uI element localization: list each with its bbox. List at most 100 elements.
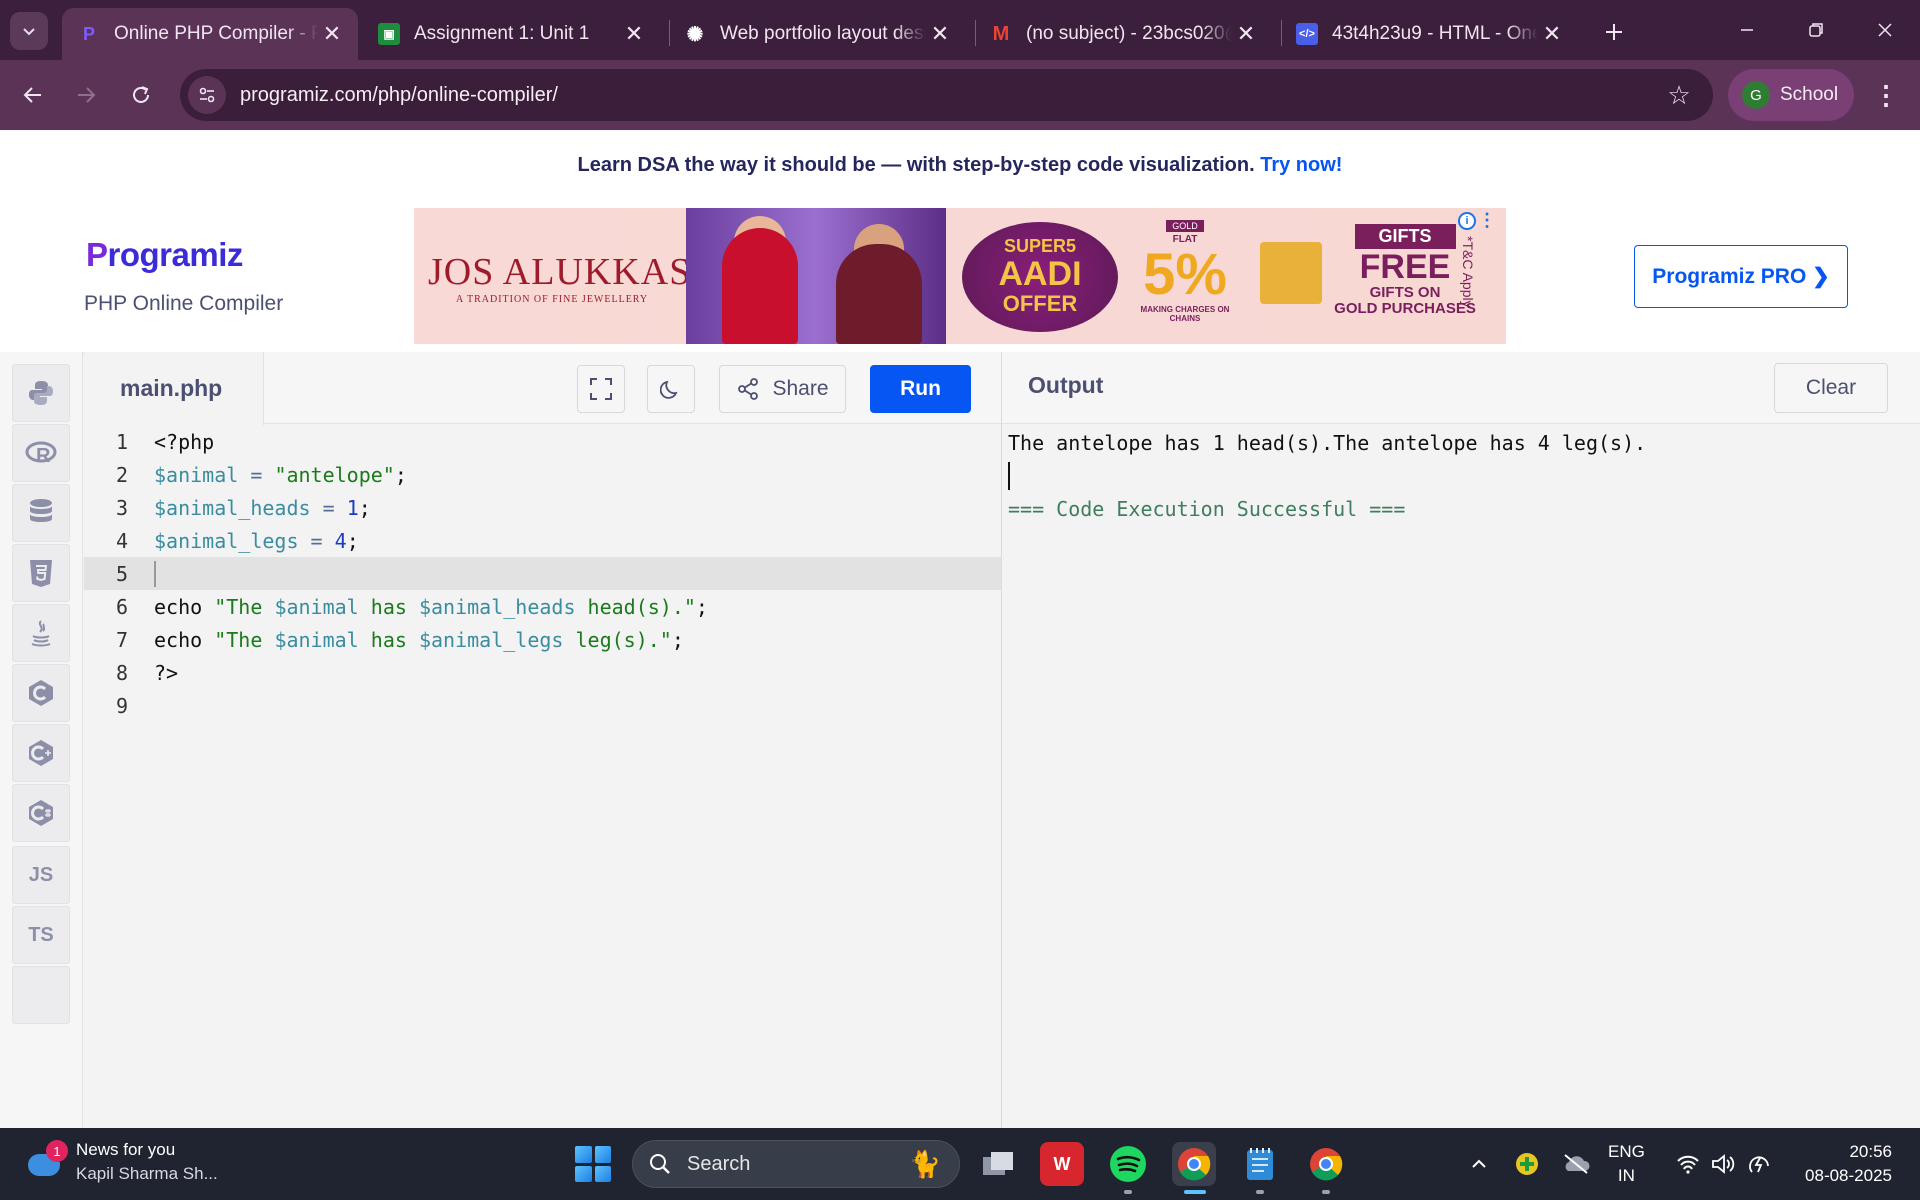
sql-icon[interactable] xyxy=(12,484,70,542)
back-button[interactable] xyxy=(12,74,54,116)
promo-try-link[interactable]: Try now! xyxy=(1260,154,1342,176)
url-text[interactable]: programiz.com/php/online-compiler/ xyxy=(240,84,1659,107)
c-icon[interactable] xyxy=(12,664,70,722)
code-editor[interactable]: 1 <?php 2 $animal = "antelope"; 3 $anima… xyxy=(84,425,1001,1128)
advertisement-banner[interactable]: JOS ALUKKAS A TRADITION OF FINE JEWELLER… xyxy=(414,208,1506,344)
system-clock[interactable]: 20:56 08-08-2025 xyxy=(1792,1140,1892,1188)
clear-button[interactable]: Clear xyxy=(1774,363,1888,413)
close-icon[interactable]: ✕ xyxy=(1232,20,1260,48)
tab-chatgpt[interactable]: ✺ Web portfolio layout design ✕ xyxy=(668,8,966,60)
language-sidebar: R JS TS xyxy=(0,352,83,1128)
programiz-logo[interactable]: Programiz xyxy=(86,236,243,274)
javascript-icon[interactable]: JS xyxy=(12,846,70,904)
tab-classroom[interactable]: ▣ Assignment 1: Unit 1 ✕ xyxy=(362,8,660,60)
restore-button[interactable] xyxy=(1794,10,1838,50)
code-line-current: 5 xyxy=(84,557,1001,590)
python-icon[interactable] xyxy=(12,364,70,422)
close-window-button[interactable] xyxy=(1863,10,1907,50)
r-icon[interactable]: R xyxy=(12,424,70,482)
reload-button[interactable] xyxy=(120,74,162,116)
tab-gmail[interactable]: M (no subject) - 23bcs020@ ✕ xyxy=(974,8,1272,60)
tab-programiz[interactable]: P Online PHP Compiler - Programiz ✕ xyxy=(62,8,358,60)
csharp-icon[interactable] xyxy=(12,784,70,842)
code-text: echo "The $animal has $animal_legs leg(s… xyxy=(154,627,684,652)
output-console[interactable]: The antelope has 1 head(s).The antelope … xyxy=(1008,426,1908,525)
volume-icon[interactable] xyxy=(1708,1144,1740,1184)
ad-menu-icon[interactable]: ⋮ xyxy=(1478,210,1496,231)
taskbar-search[interactable]: Search 🐈 xyxy=(632,1140,960,1188)
ad-brand: JOS ALUKKAS xyxy=(428,251,692,293)
site-info-icon[interactable] xyxy=(188,76,226,114)
file-tab-main[interactable]: main.php xyxy=(84,352,264,425)
tab-title: Web portfolio layout design xyxy=(720,23,926,44)
task-view-icon[interactable] xyxy=(976,1142,1020,1186)
forward-button[interactable] xyxy=(65,74,107,116)
close-icon[interactable]: ✕ xyxy=(926,20,954,48)
fullscreen-button[interactable] xyxy=(577,365,625,413)
programiz-pro-button[interactable]: Programiz PRO ❯ xyxy=(1634,245,1848,308)
output-cursor-line xyxy=(1008,459,1908,492)
chevron-down-icon xyxy=(23,28,35,36)
battery-charging-icon[interactable] xyxy=(1744,1144,1776,1184)
chrome-icon[interactable] xyxy=(1304,1142,1348,1194)
bookmark-star-icon[interactable]: ☆ xyxy=(1659,75,1699,115)
text-cursor xyxy=(1008,461,1010,490)
menu-kebab-icon[interactable]: ⋮ xyxy=(1868,74,1904,116)
profile-name: School xyxy=(1780,84,1839,105)
chatgpt-icon: ✺ xyxy=(686,23,704,46)
address-bar[interactable]: programiz.com/php/online-compiler/ ☆ xyxy=(180,69,1713,121)
pane-divider[interactable] xyxy=(1001,352,1002,1128)
chrome-school-icon[interactable] xyxy=(1172,1142,1216,1194)
security-tray-icon[interactable] xyxy=(1510,1144,1544,1184)
line-number: 6 xyxy=(115,594,128,619)
code-line: 9 xyxy=(84,689,1001,722)
code-line: 1 <?php xyxy=(84,425,1001,458)
classroom-icon: ▣ xyxy=(378,23,400,45)
code-text: $animal_legs = 4; xyxy=(154,528,359,553)
ad-info-icon[interactable]: i xyxy=(1458,212,1476,230)
tray-overflow-chevron-icon[interactable] xyxy=(1462,1144,1496,1184)
cpp-icon[interactable] xyxy=(12,724,70,782)
news-widget[interactable]: 1 News for you Kapil Sharma Sh... xyxy=(24,1138,218,1186)
wps-office-icon[interactable]: W xyxy=(1040,1142,1084,1186)
onedrive-offline-icon[interactable] xyxy=(1558,1144,1594,1184)
tab-search-button[interactable] xyxy=(10,12,48,50)
windows-start-icon[interactable] xyxy=(575,1146,611,1182)
run-button[interactable]: Run xyxy=(870,365,971,413)
tab-onecompiler[interactable]: </> 43t4h23u9 - HTML - OneCompiler ✕ xyxy=(1280,8,1578,60)
fullscreen-icon xyxy=(590,378,612,400)
browser-toolbar: programiz.com/php/online-compiler/ ☆ G S… xyxy=(0,60,1920,130)
typescript-icon[interactable]: TS xyxy=(12,906,70,964)
minimize-icon xyxy=(1741,29,1753,31)
windows-taskbar: 1 News for you Kapil Sharma Sh... Search… xyxy=(0,1128,1920,1200)
dark-mode-button[interactable] xyxy=(647,365,695,413)
ad-discount: GOLD FLAT 5% MAKING CHARGES ON CHAINS xyxy=(1140,220,1230,323)
close-icon[interactable]: ✕ xyxy=(1538,20,1566,48)
new-tab-button[interactable] xyxy=(1596,14,1632,50)
ad-terms: *T&C Apply xyxy=(1460,236,1476,308)
wifi-icon[interactable] xyxy=(1672,1144,1704,1184)
promo-banner: Learn DSA the way it should be — with st… xyxy=(0,130,1920,200)
code-line: 2 $animal = "antelope"; xyxy=(84,458,1001,491)
line-number: 5 xyxy=(115,561,128,586)
tab-title: Assignment 1: Unit 1 xyxy=(414,23,590,44)
arrow-left-icon xyxy=(23,87,41,103)
profile-button[interactable]: G School xyxy=(1728,69,1854,121)
news-subtitle: Kapil Sharma Sh... xyxy=(76,1164,218,1183)
code-line: 8 ?> xyxy=(84,656,1001,689)
language-more-icon[interactable] xyxy=(12,966,70,1024)
close-icon[interactable]: ✕ xyxy=(318,20,346,48)
notepad-icon[interactable] xyxy=(1238,1142,1282,1194)
input-language-indicator[interactable]: ENG IN xyxy=(1608,1140,1645,1188)
close-icon[interactable]: ✕ xyxy=(620,20,648,48)
minimize-button[interactable] xyxy=(1725,10,1769,50)
html5-icon[interactable] xyxy=(12,544,70,602)
share-button[interactable]: Share xyxy=(719,365,846,413)
java-icon[interactable] xyxy=(12,604,70,662)
code-text: <?php xyxy=(154,429,215,454)
tab-title: 43t4h23u9 - HTML - OneCompiler xyxy=(1332,23,1538,44)
spotify-icon[interactable] xyxy=(1106,1142,1150,1194)
line-number: 7 xyxy=(115,627,128,652)
code-text: ?> xyxy=(154,660,179,685)
arrow-right-icon xyxy=(78,87,96,103)
